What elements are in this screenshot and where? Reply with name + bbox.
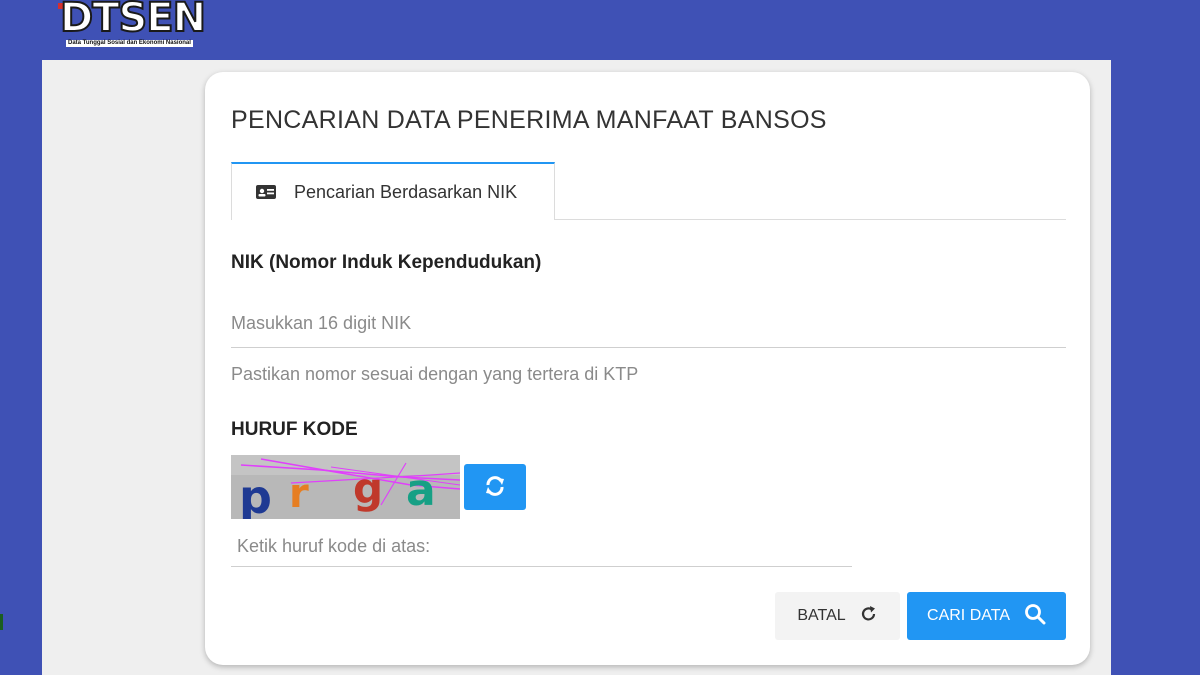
captcha-input[interactable] [231, 527, 852, 567]
logo-wordmark: DTSEN [59, 0, 207, 42]
refresh-icon [484, 475, 506, 500]
search-data-button[interactable]: CARI DATA [907, 592, 1066, 640]
captcha-label: HURUF KODE [231, 419, 358, 440]
captcha-letter: r [289, 471, 309, 517]
rotate-icon [860, 605, 878, 628]
nik-help-text: Pastikan nomor sesuai dengan yang terter… [231, 364, 639, 384]
search-icon [1024, 603, 1046, 630]
search-button-label: CARI DATA [927, 607, 1010, 624]
captcha-letter: p [239, 470, 272, 519]
id-card-icon [256, 185, 276, 199]
search-card: PENCARIAN DATA PENERIMA MANFAAT BANSOS P… [205, 72, 1090, 665]
edge-marker [0, 614, 3, 630]
tab-label: Pencarian Berdasarkan NIK [294, 181, 518, 202]
cancel-button[interactable]: BATAL [775, 592, 900, 640]
captcha-image: p r g a [231, 455, 461, 524]
nik-label: NIK (Nomor Induk Kependudukan) [231, 252, 542, 273]
page-title: PENCARIAN DATA PENERIMA MANFAAT BANSOS [231, 106, 827, 134]
cancel-button-label: BATAL [797, 607, 846, 624]
dtsen-logo[interactable]: DTSEN Data Tunggal Sosial dan Ekonomi Na… [58, 0, 228, 50]
nik-input[interactable] [231, 300, 1066, 348]
tab-search-by-nik[interactable]: Pencarian Berdasarkan NIK [231, 162, 555, 220]
captcha-letter: g [353, 464, 383, 513]
captcha-refresh-button[interactable] [464, 464, 526, 510]
logo-tagline: Data Tunggal Sosial dan Ekonomi Nasional [66, 40, 193, 47]
tab-bar: Pencarian Berdasarkan NIK [231, 162, 1066, 220]
captcha-letter: a [406, 465, 436, 516]
